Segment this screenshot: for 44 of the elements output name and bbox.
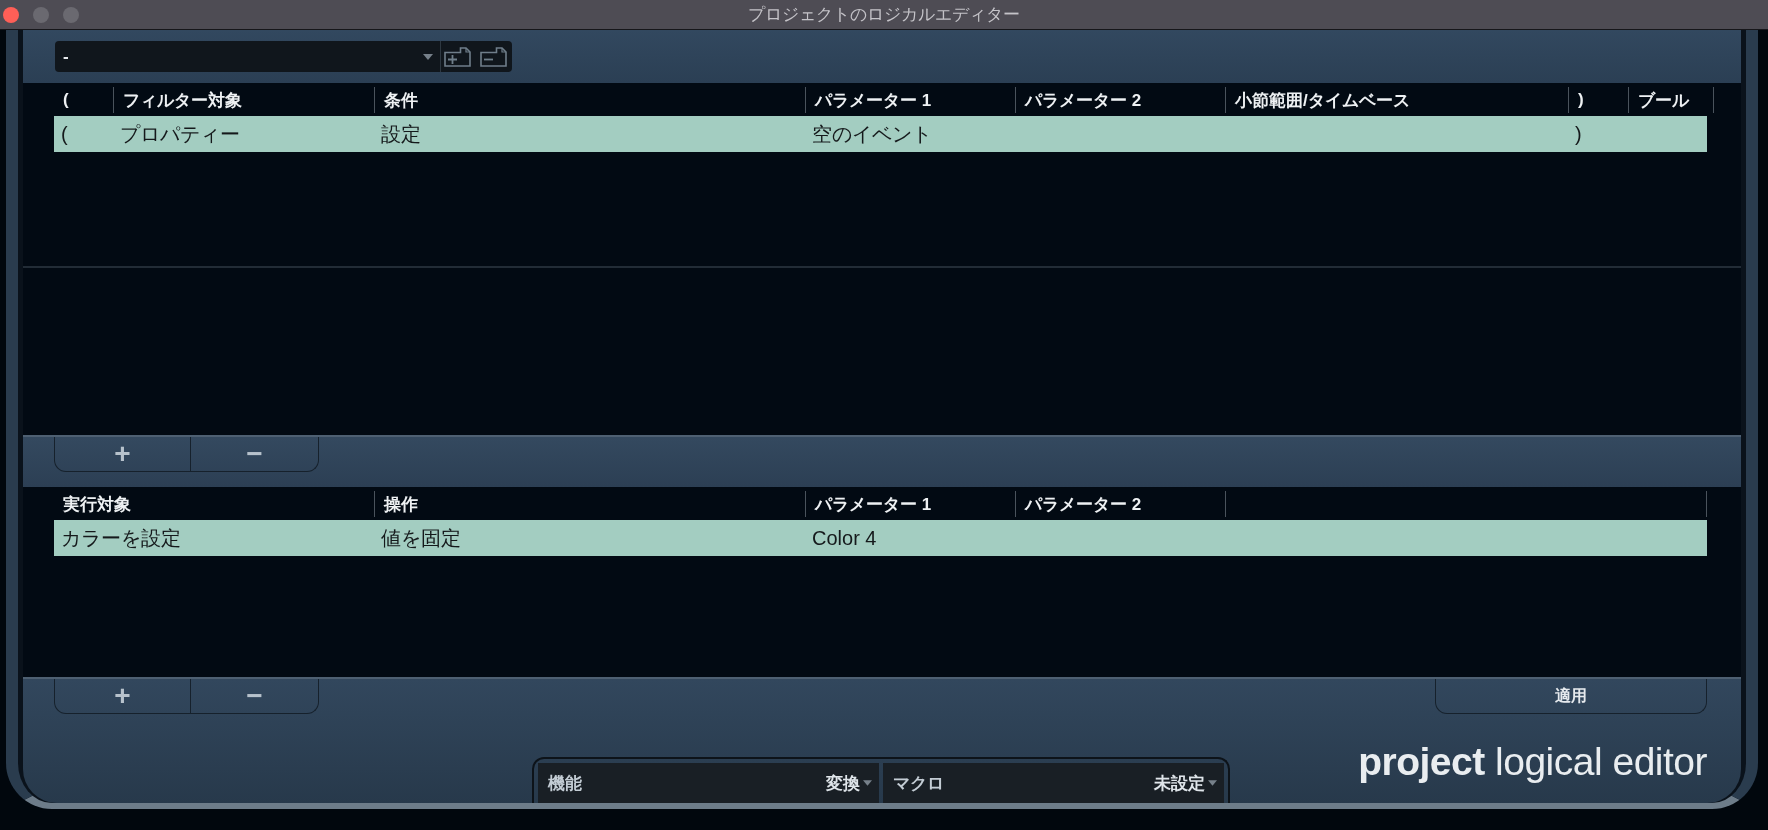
- close-button[interactable]: [3, 6, 19, 23]
- caret-icon: [423, 53, 433, 60]
- document-plus-icon: [444, 46, 471, 67]
- document-minus-icon: [479, 46, 507, 67]
- dropdown-field[interactable]: 機能 変換: [538, 763, 879, 803]
- field-value: 変換: [826, 772, 860, 795]
- preset-dropdown[interactable]: -: [55, 41, 441, 72]
- column-header: 操作: [374, 491, 805, 517]
- column-header: 条件: [374, 87, 805, 113]
- field-value: 未設定: [1154, 772, 1205, 795]
- column-header: 小節範囲/タイムベース: [1225, 87, 1568, 113]
- caret-icon: [1208, 780, 1217, 786]
- caret-icon: [863, 780, 872, 786]
- field-label: マクロ: [893, 772, 944, 795]
- dropdown-field[interactable]: マクロ 未設定: [883, 763, 1224, 803]
- column-header: フィルター対象: [113, 87, 374, 113]
- remove-button[interactable]: −: [191, 679, 319, 714]
- column-header: パラメーター 2: [1015, 87, 1225, 113]
- column-header: 実行対象: [62, 493, 132, 516]
- column-header: パラメーター 2: [1015, 491, 1225, 517]
- add-preset-button[interactable]: [441, 41, 474, 72]
- column-header: パラメーター 1: [805, 491, 1015, 517]
- column-header: パラメーター 1: [805, 87, 1015, 113]
- table-cell-text: 設定: [380, 121, 422, 147]
- table-cell-text: カラーを設定: [60, 525, 182, 551]
- column-header: ブール: [1628, 87, 1714, 113]
- column-header: (: [62, 89, 70, 111]
- table-row[interactable]: ( プロパティー 設定 空のイベント ): [54, 116, 1707, 152]
- table-cell-text: 値を固定: [380, 525, 462, 551]
- logo-text: project logical editor: [1358, 742, 1707, 781]
- remove-button[interactable]: −: [191, 437, 319, 472]
- table-cell-text: ): [1574, 121, 1583, 147]
- table-row[interactable]: カラーを設定 値を固定 Color 4: [54, 520, 1707, 556]
- field-label: 機能: [548, 772, 582, 795]
- apply-button[interactable]: 適用: [1435, 679, 1707, 714]
- add-button[interactable]: +: [54, 679, 191, 714]
- table-cell-text: Color 4: [811, 525, 878, 551]
- column-header: ): [1568, 87, 1628, 113]
- window-title: プロジェクトのロジカルエディター: [748, 4, 1020, 26]
- add-button[interactable]: +: [54, 437, 191, 472]
- table-cell-text: (: [60, 121, 69, 147]
- remove-preset-button[interactable]: [474, 41, 512, 72]
- table-cell-text: 空のイベント: [811, 121, 933, 147]
- table-cell-text: プロパティー: [119, 121, 241, 147]
